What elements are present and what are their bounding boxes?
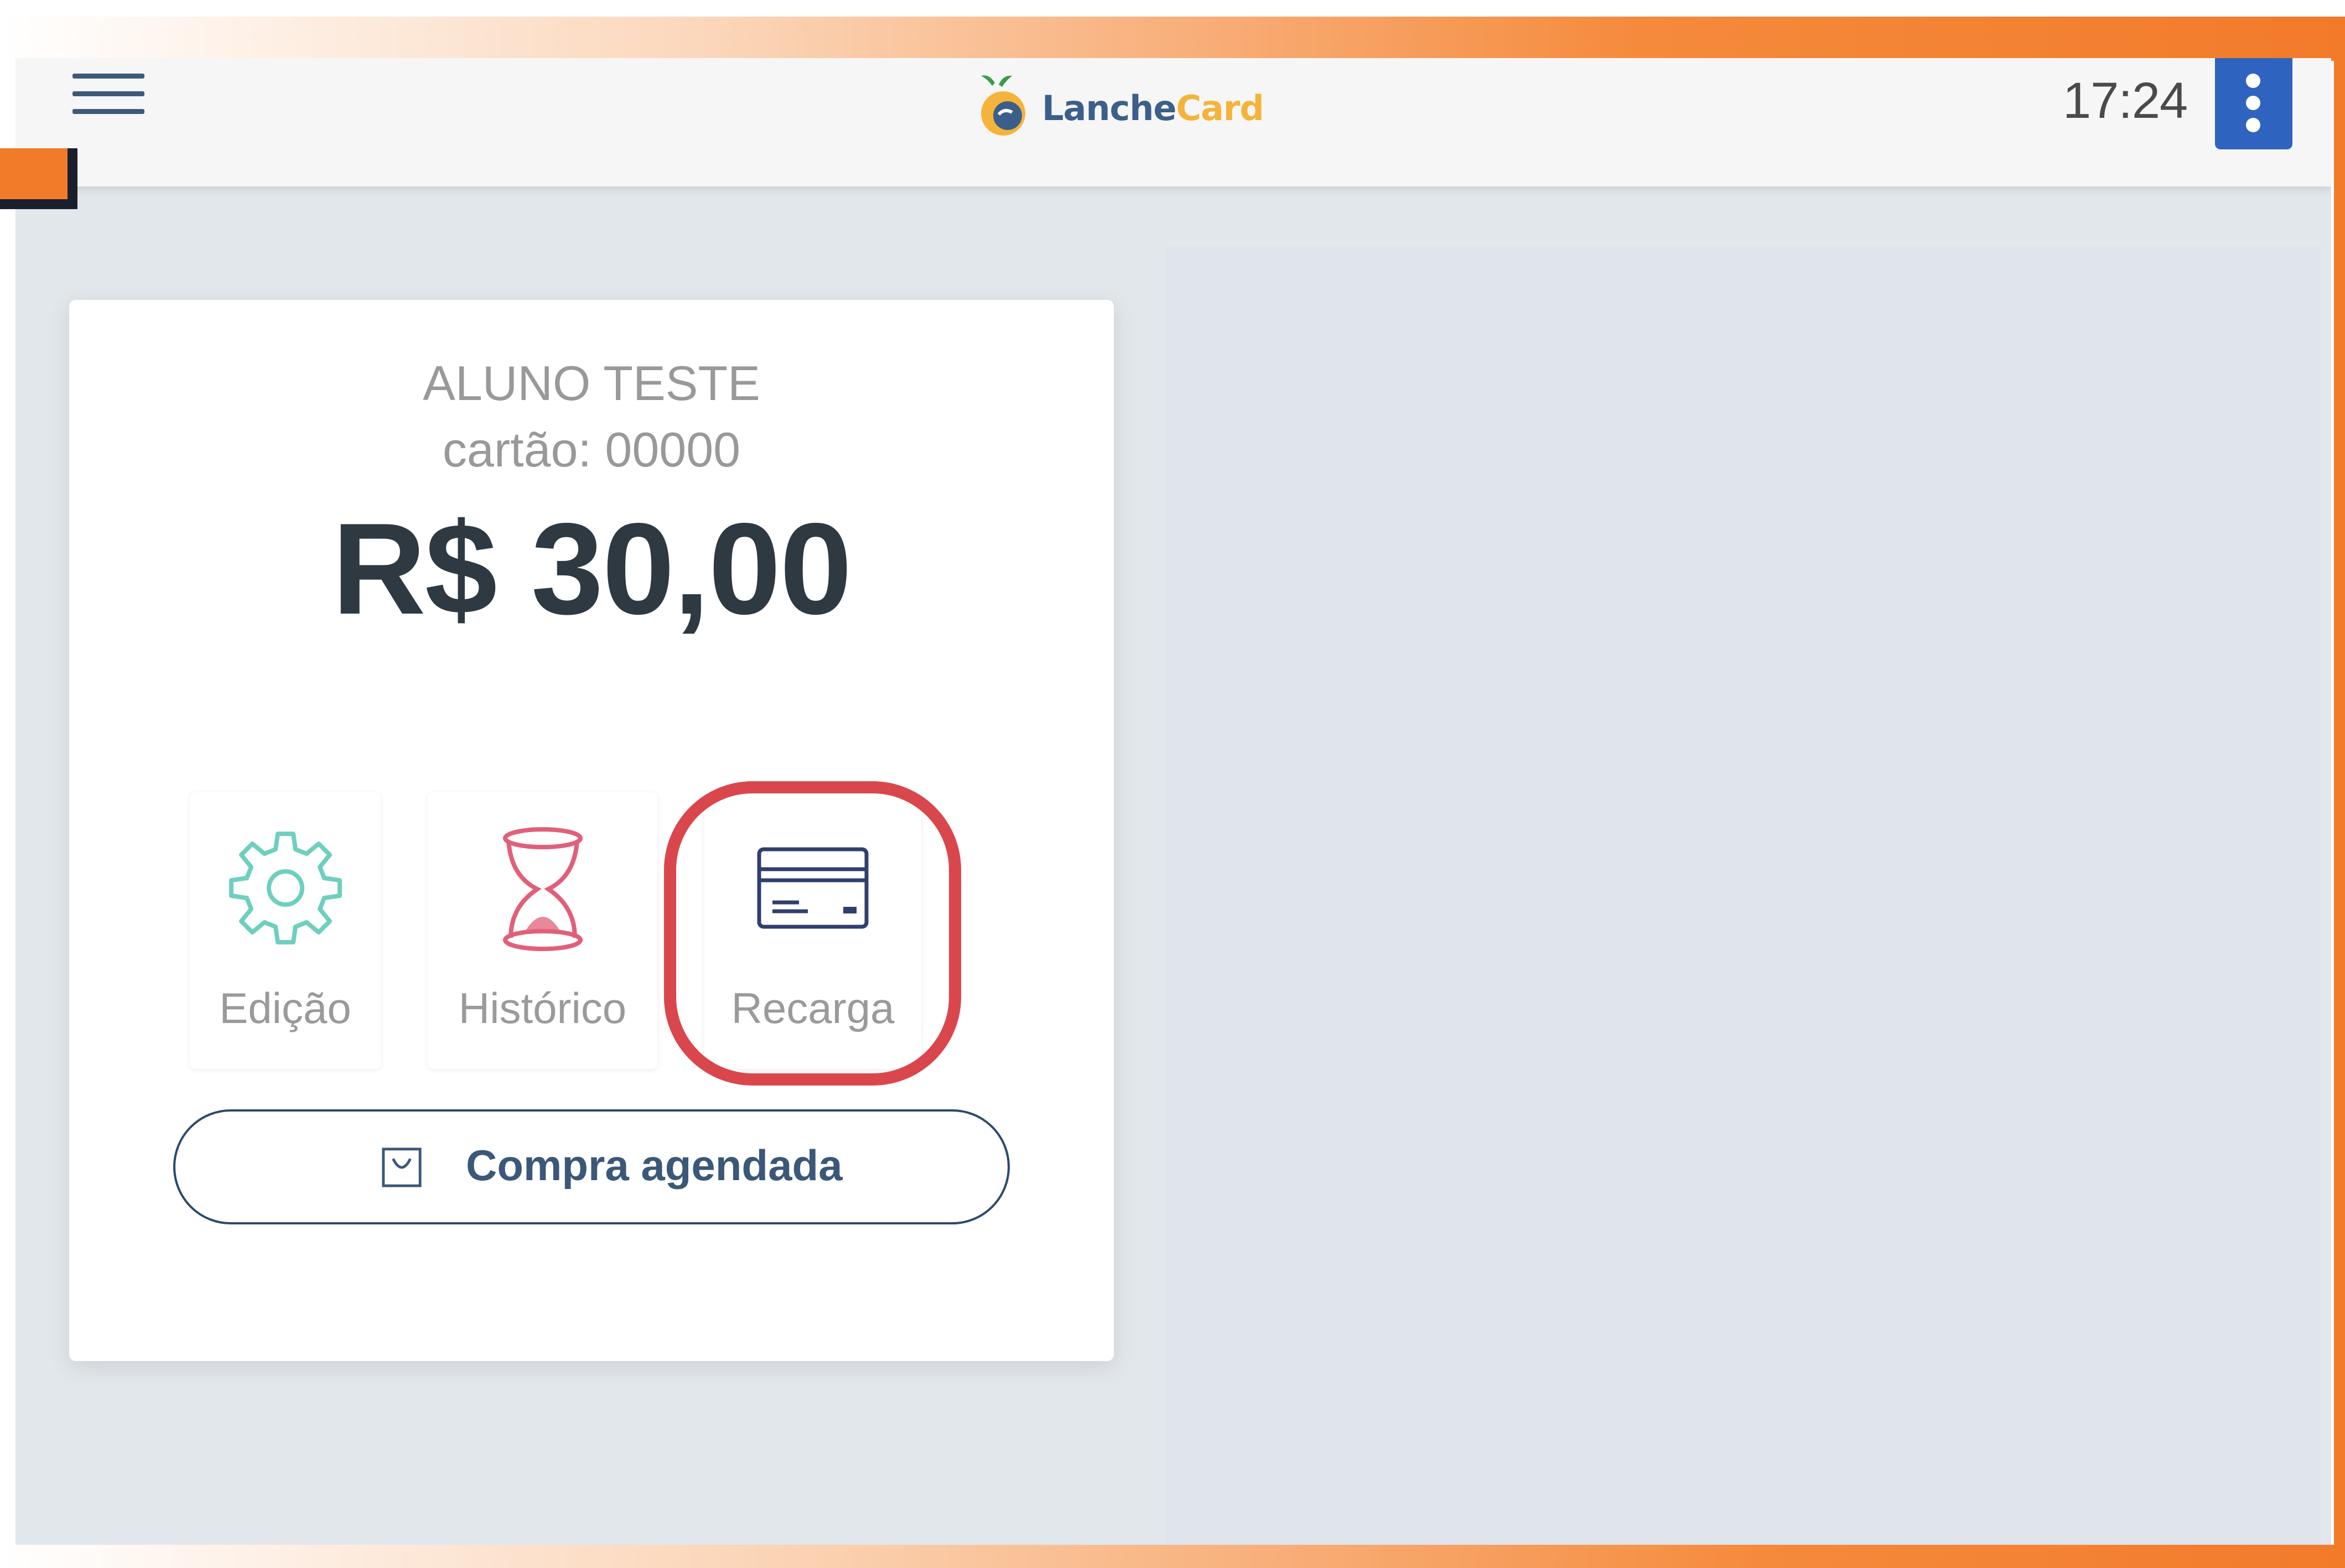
scheduled-purchase-label: Compra agendada bbox=[466, 1141, 843, 1190]
decorative-frame-top bbox=[0, 17, 2345, 61]
scheduled-purchase-button[interactable]: Compra agendada bbox=[173, 1109, 1010, 1224]
student-name: ALUNO TESTE bbox=[423, 356, 760, 411]
student-card: ALUNO TESTE cartão: 00000 R$ 30,00 Ediçã… bbox=[69, 300, 1114, 1361]
logo-text-card: Card bbox=[1176, 87, 1264, 128]
balance-amount: R$ 30,00 bbox=[332, 496, 852, 641]
more-dot-icon bbox=[2246, 96, 2260, 110]
app-screen: LancheCard 17:24 ALUNO TESTE cartão: 000… bbox=[15, 58, 2331, 1545]
hamburger-menu-icon[interactable] bbox=[72, 69, 144, 119]
empty-content-panel bbox=[1165, 246, 2321, 1545]
history-label: Histórico bbox=[458, 984, 627, 1032]
app-logo: LancheCard bbox=[964, 64, 1274, 152]
edit-label: Edição bbox=[219, 984, 351, 1032]
logo-text: LancheCard bbox=[1042, 88, 1264, 128]
logo-fruit-icon bbox=[981, 75, 1025, 136]
hourglass-icon bbox=[428, 820, 657, 958]
more-dot-icon bbox=[2246, 118, 2260, 132]
screenshot-stage: LancheCard 17:24 ALUNO TESTE cartão: 000… bbox=[0, 0, 2345, 1568]
decorative-frame-right bbox=[2334, 17, 2345, 1560]
more-options-button[interactable] bbox=[2215, 58, 2292, 149]
decorative-frame-bottom bbox=[0, 1545, 2345, 1568]
edit-button[interactable]: Edição bbox=[190, 792, 381, 1069]
history-button[interactable]: Histórico bbox=[428, 792, 657, 1069]
shopping-bag-icon bbox=[382, 1148, 422, 1187]
card-number: cartão: 00000 bbox=[442, 422, 741, 477]
more-dot-icon bbox=[2246, 74, 2260, 88]
recharge-highlight-circle bbox=[664, 781, 961, 1086]
decorative-corner-block bbox=[0, 148, 77, 209]
logo-text-lanche: Lanche bbox=[1042, 87, 1176, 128]
clock-time: 17:24 bbox=[2063, 72, 2188, 129]
gear-icon bbox=[190, 820, 381, 958]
app-bar: LancheCard 17:24 bbox=[15, 58, 2331, 186]
